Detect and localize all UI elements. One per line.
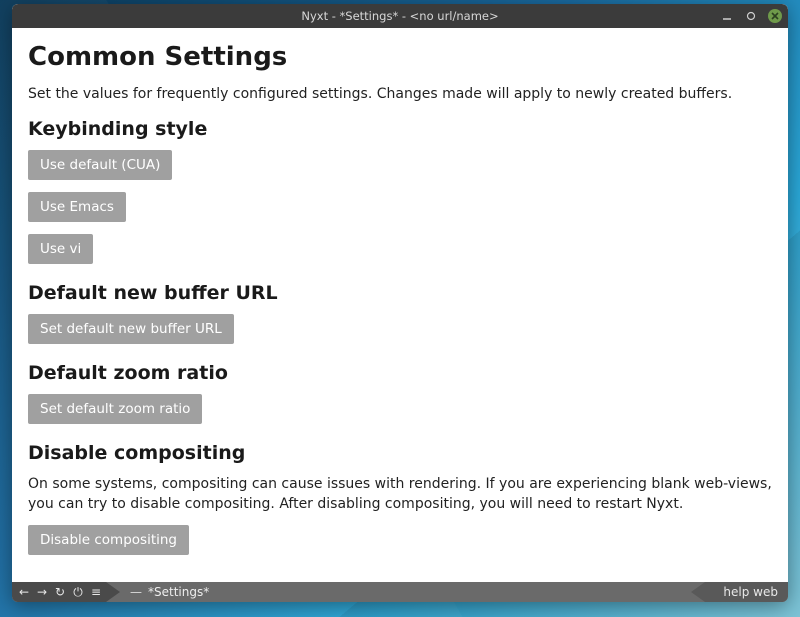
- window-title: Nyxt - *Settings* - <no url/name>: [301, 9, 498, 23]
- section-keybinding: Keybinding style Use default (CUA) Use E…: [28, 118, 772, 274]
- use-vi-button[interactable]: Use vi: [28, 234, 93, 264]
- statusbar-center: — *Settings*: [106, 585, 705, 599]
- section-title-keybinding: Keybinding style: [28, 118, 772, 140]
- reload-icon[interactable]: ↻: [54, 586, 66, 598]
- buffer-separator: —: [130, 585, 142, 599]
- titlebar: Nyxt - *Settings* - <no url/name>: [12, 4, 788, 28]
- disable-compositing-button[interactable]: Disable compositing: [28, 525, 189, 555]
- menu-icon[interactable]: ≡: [90, 586, 102, 598]
- forward-icon[interactable]: →: [36, 586, 48, 598]
- section-new-buffer-url: Default new buffer URL Set default new b…: [28, 282, 772, 354]
- back-icon[interactable]: ←: [18, 586, 30, 598]
- section-title-new-buffer-url: Default new buffer URL: [28, 282, 772, 304]
- content-area: Common Settings Set the values for frequ…: [12, 28, 788, 582]
- section-title-zoom-ratio: Default zoom ratio: [28, 362, 772, 384]
- statusbar-modes: help web: [705, 582, 788, 602]
- set-default-zoom-ratio-button[interactable]: Set default zoom ratio: [28, 394, 202, 424]
- modes-text: help web: [723, 585, 778, 599]
- buffer-name: *Settings*: [148, 585, 209, 599]
- use-default-cua-button[interactable]: Use default (CUA): [28, 150, 172, 180]
- app-window: Nyxt - *Settings* - <no url/name> Common…: [12, 4, 788, 602]
- section-zoom-ratio: Default zoom ratio Set default zoom rati…: [28, 362, 772, 434]
- exec-icon[interactable]: ⏻: [72, 586, 84, 598]
- page-description: Set the values for frequently configured…: [28, 86, 772, 102]
- window-controls: [720, 4, 782, 28]
- maximize-icon[interactable]: [744, 9, 758, 23]
- page-title: Common Settings: [28, 42, 772, 72]
- close-icon[interactable]: [768, 9, 782, 23]
- section-disable-compositing: Disable compositing On some systems, com…: [28, 442, 772, 565]
- statusbar: ← → ↻ ⏻ ≡ — *Settings* help web: [12, 582, 788, 602]
- use-emacs-button[interactable]: Use Emacs: [28, 192, 126, 222]
- section-title-disable-compositing: Disable compositing: [28, 442, 772, 464]
- compositing-paragraph: On some systems, compositing can cause i…: [28, 474, 772, 515]
- minimize-icon[interactable]: [720, 9, 734, 23]
- set-default-new-buffer-url-button[interactable]: Set default new buffer URL: [28, 314, 234, 344]
- statusbar-nav: ← → ↻ ⏻ ≡: [12, 582, 106, 602]
